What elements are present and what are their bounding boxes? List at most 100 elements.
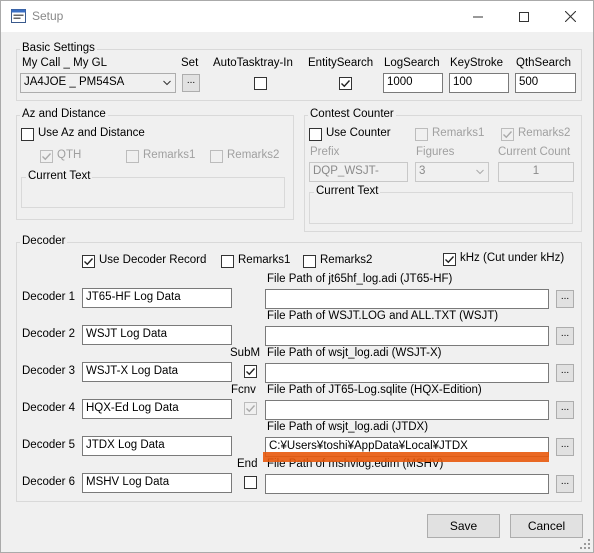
prefix-input[interactable]: DQP_WSJT- (309, 162, 408, 182)
entity-search-label: EntitySearch (308, 57, 374, 69)
decoder-path-input[interactable] (265, 289, 549, 309)
figures-value: 3 (419, 165, 426, 177)
end-option-label: End (237, 458, 258, 470)
decoder-browse-button[interactable]: ... (556, 438, 574, 456)
minimize-icon (473, 16, 483, 17)
setup-window: Setup Basic Settings My Call _ My GL JA4… (0, 0, 594, 553)
use-az-label: Use Az and Distance (38, 127, 145, 139)
decoder-remarks1-checkbox[interactable] (221, 255, 234, 268)
title-bar: Setup (1, 1, 593, 32)
window-title: Setup (32, 9, 64, 23)
close-button[interactable] (547, 1, 593, 32)
highlight-bar (263, 452, 549, 462)
keystroke-input[interactable]: 100 (449, 73, 509, 93)
figures-label: Figures (416, 146, 455, 158)
decoder-path-input[interactable] (265, 400, 549, 420)
my-call-combo[interactable]: JA4JOE _ PM54SA (20, 73, 176, 93)
az-remarks2-checkbox[interactable] (210, 150, 223, 163)
autotasktray-label: AutoTasktray-In (213, 57, 293, 69)
entity-search-checkbox[interactable] (339, 77, 352, 90)
fcnv-option-checkbox[interactable] (244, 402, 257, 415)
decoder-remarks2-label: Remarks2 (320, 254, 373, 266)
decoder-path-label: File Path of wsjt_log.adi (WSJT-X) (267, 347, 442, 359)
contest-remarks1-checkbox[interactable] (415, 128, 428, 141)
submit-option-label: SubM (230, 347, 261, 359)
use-counter-checkbox[interactable] (309, 128, 322, 141)
figures-combo[interactable]: 3 (415, 162, 489, 182)
decoder-label: Decoder (20, 235, 68, 247)
qth-search-input[interactable]: 500 (515, 73, 576, 93)
decoder-path-input[interactable] (265, 326, 549, 346)
decoder-remarks2-checkbox[interactable] (303, 255, 316, 268)
decoder-row-label: Decoder 3 (22, 365, 76, 377)
current-count-label: Current Count (498, 146, 571, 158)
decoder-row-label: Decoder 6 (22, 476, 76, 488)
decoder-browse-button[interactable]: ... (556, 475, 574, 493)
keystroke-label: KeyStroke (450, 57, 504, 69)
contest-remarks1-label: Remarks1 (432, 127, 485, 139)
autotasktray-checkbox[interactable] (254, 77, 267, 90)
az-distance-label: Az and Distance (20, 108, 108, 120)
fcnv-option-label: Fcnv (231, 384, 256, 396)
contest-remarks2-label: Remarks2 (518, 127, 571, 139)
decoder-row-label: Decoder 2 (22, 328, 76, 340)
maximize-icon (519, 11, 529, 22)
decoder-browse-button[interactable]: ... (556, 364, 574, 382)
decoder-path-label: File Path of WSJT.LOG and ALL.TXT (WSJT) (267, 310, 499, 322)
decoder-path-label: File Path of jt65hf_log.adi (JT65-HF) (267, 273, 453, 285)
submit-option-checkbox[interactable] (244, 365, 257, 378)
minimize-button[interactable] (455, 1, 501, 32)
decoder-name-input[interactable]: WSJT Log Data (82, 325, 232, 345)
save-button[interactable]: Save (427, 514, 500, 538)
az-remarks1-label: Remarks1 (143, 149, 196, 161)
decoder-name-input[interactable]: MSHV Log Data (82, 473, 232, 493)
maximize-button[interactable] (501, 1, 547, 32)
my-call-value: JA4JOE _ PM54SA (24, 76, 125, 88)
az-qth-checkbox[interactable] (40, 150, 53, 163)
chevron-down-icon (163, 80, 171, 86)
log-search-label: LogSearch (384, 57, 440, 69)
khz-label: kHz (Cut under kHz) (460, 252, 565, 264)
checkmark-icon (42, 153, 52, 161)
decoder-path-label: File Path of wsjt_log.adi (JTDX) (267, 421, 429, 433)
decoder-row-label: Decoder 4 (22, 402, 76, 414)
use-decoder-record-checkbox[interactable] (82, 255, 95, 268)
az-remarks1-checkbox[interactable] (126, 150, 139, 163)
decoder-path-label: File Path of JT65-Log.sqlite (HQX-Editio… (267, 384, 482, 396)
decoder-name-input[interactable]: WSJT-X Log Data (82, 362, 232, 382)
checkmark-icon (445, 256, 455, 264)
set-button[interactable]: ... (182, 74, 200, 92)
khz-checkbox[interactable] (443, 253, 456, 266)
decoder-browse-button[interactable]: ... (556, 401, 574, 419)
decoder-row-label: Decoder 5 (22, 439, 76, 451)
app-icon (11, 9, 26, 23)
decoder-name-input[interactable]: JTDX Log Data (82, 436, 232, 456)
cancel-button[interactable]: Cancel (510, 514, 583, 538)
log-search-input[interactable]: 1000 (383, 73, 443, 93)
az-remarks2-label: Remarks2 (227, 149, 280, 161)
use-az-checkbox[interactable] (21, 128, 34, 141)
current-count-value: 1 (498, 162, 574, 182)
decoder-path-input[interactable] (265, 363, 549, 383)
decoder-row-label: Decoder 1 (22, 291, 76, 303)
decoder-remarks1-label: Remarks1 (238, 254, 291, 266)
az-qth-label: QTH (57, 149, 82, 161)
close-icon (564, 11, 576, 22)
checkmark-icon (246, 368, 256, 376)
contest-current-text-label: Current Text (314, 185, 381, 197)
az-current-text-label: Current Text (26, 170, 93, 182)
decoder-name-input[interactable]: HQX-Ed Log Data (82, 399, 232, 419)
contest-remarks2-checkbox[interactable] (501, 128, 514, 141)
end-option-checkbox[interactable] (244, 476, 257, 489)
decoder-browse-button[interactable]: ... (556, 290, 574, 308)
decoder-path-input[interactable] (265, 474, 549, 494)
checkmark-icon (503, 131, 513, 139)
my-call-label: My Call _ My GL (22, 57, 107, 69)
basic-settings-label: Basic Settings (20, 42, 97, 54)
decoder-browse-button[interactable]: ... (556, 327, 574, 345)
use-decoder-record-label: Use Decoder Record (99, 254, 207, 266)
decoder-name-input[interactable]: JT65-HF Log Data (82, 288, 232, 308)
resize-grip-icon[interactable] (580, 539, 590, 549)
use-counter-label: Use Counter (326, 127, 391, 139)
chevron-down-icon (476, 169, 484, 175)
